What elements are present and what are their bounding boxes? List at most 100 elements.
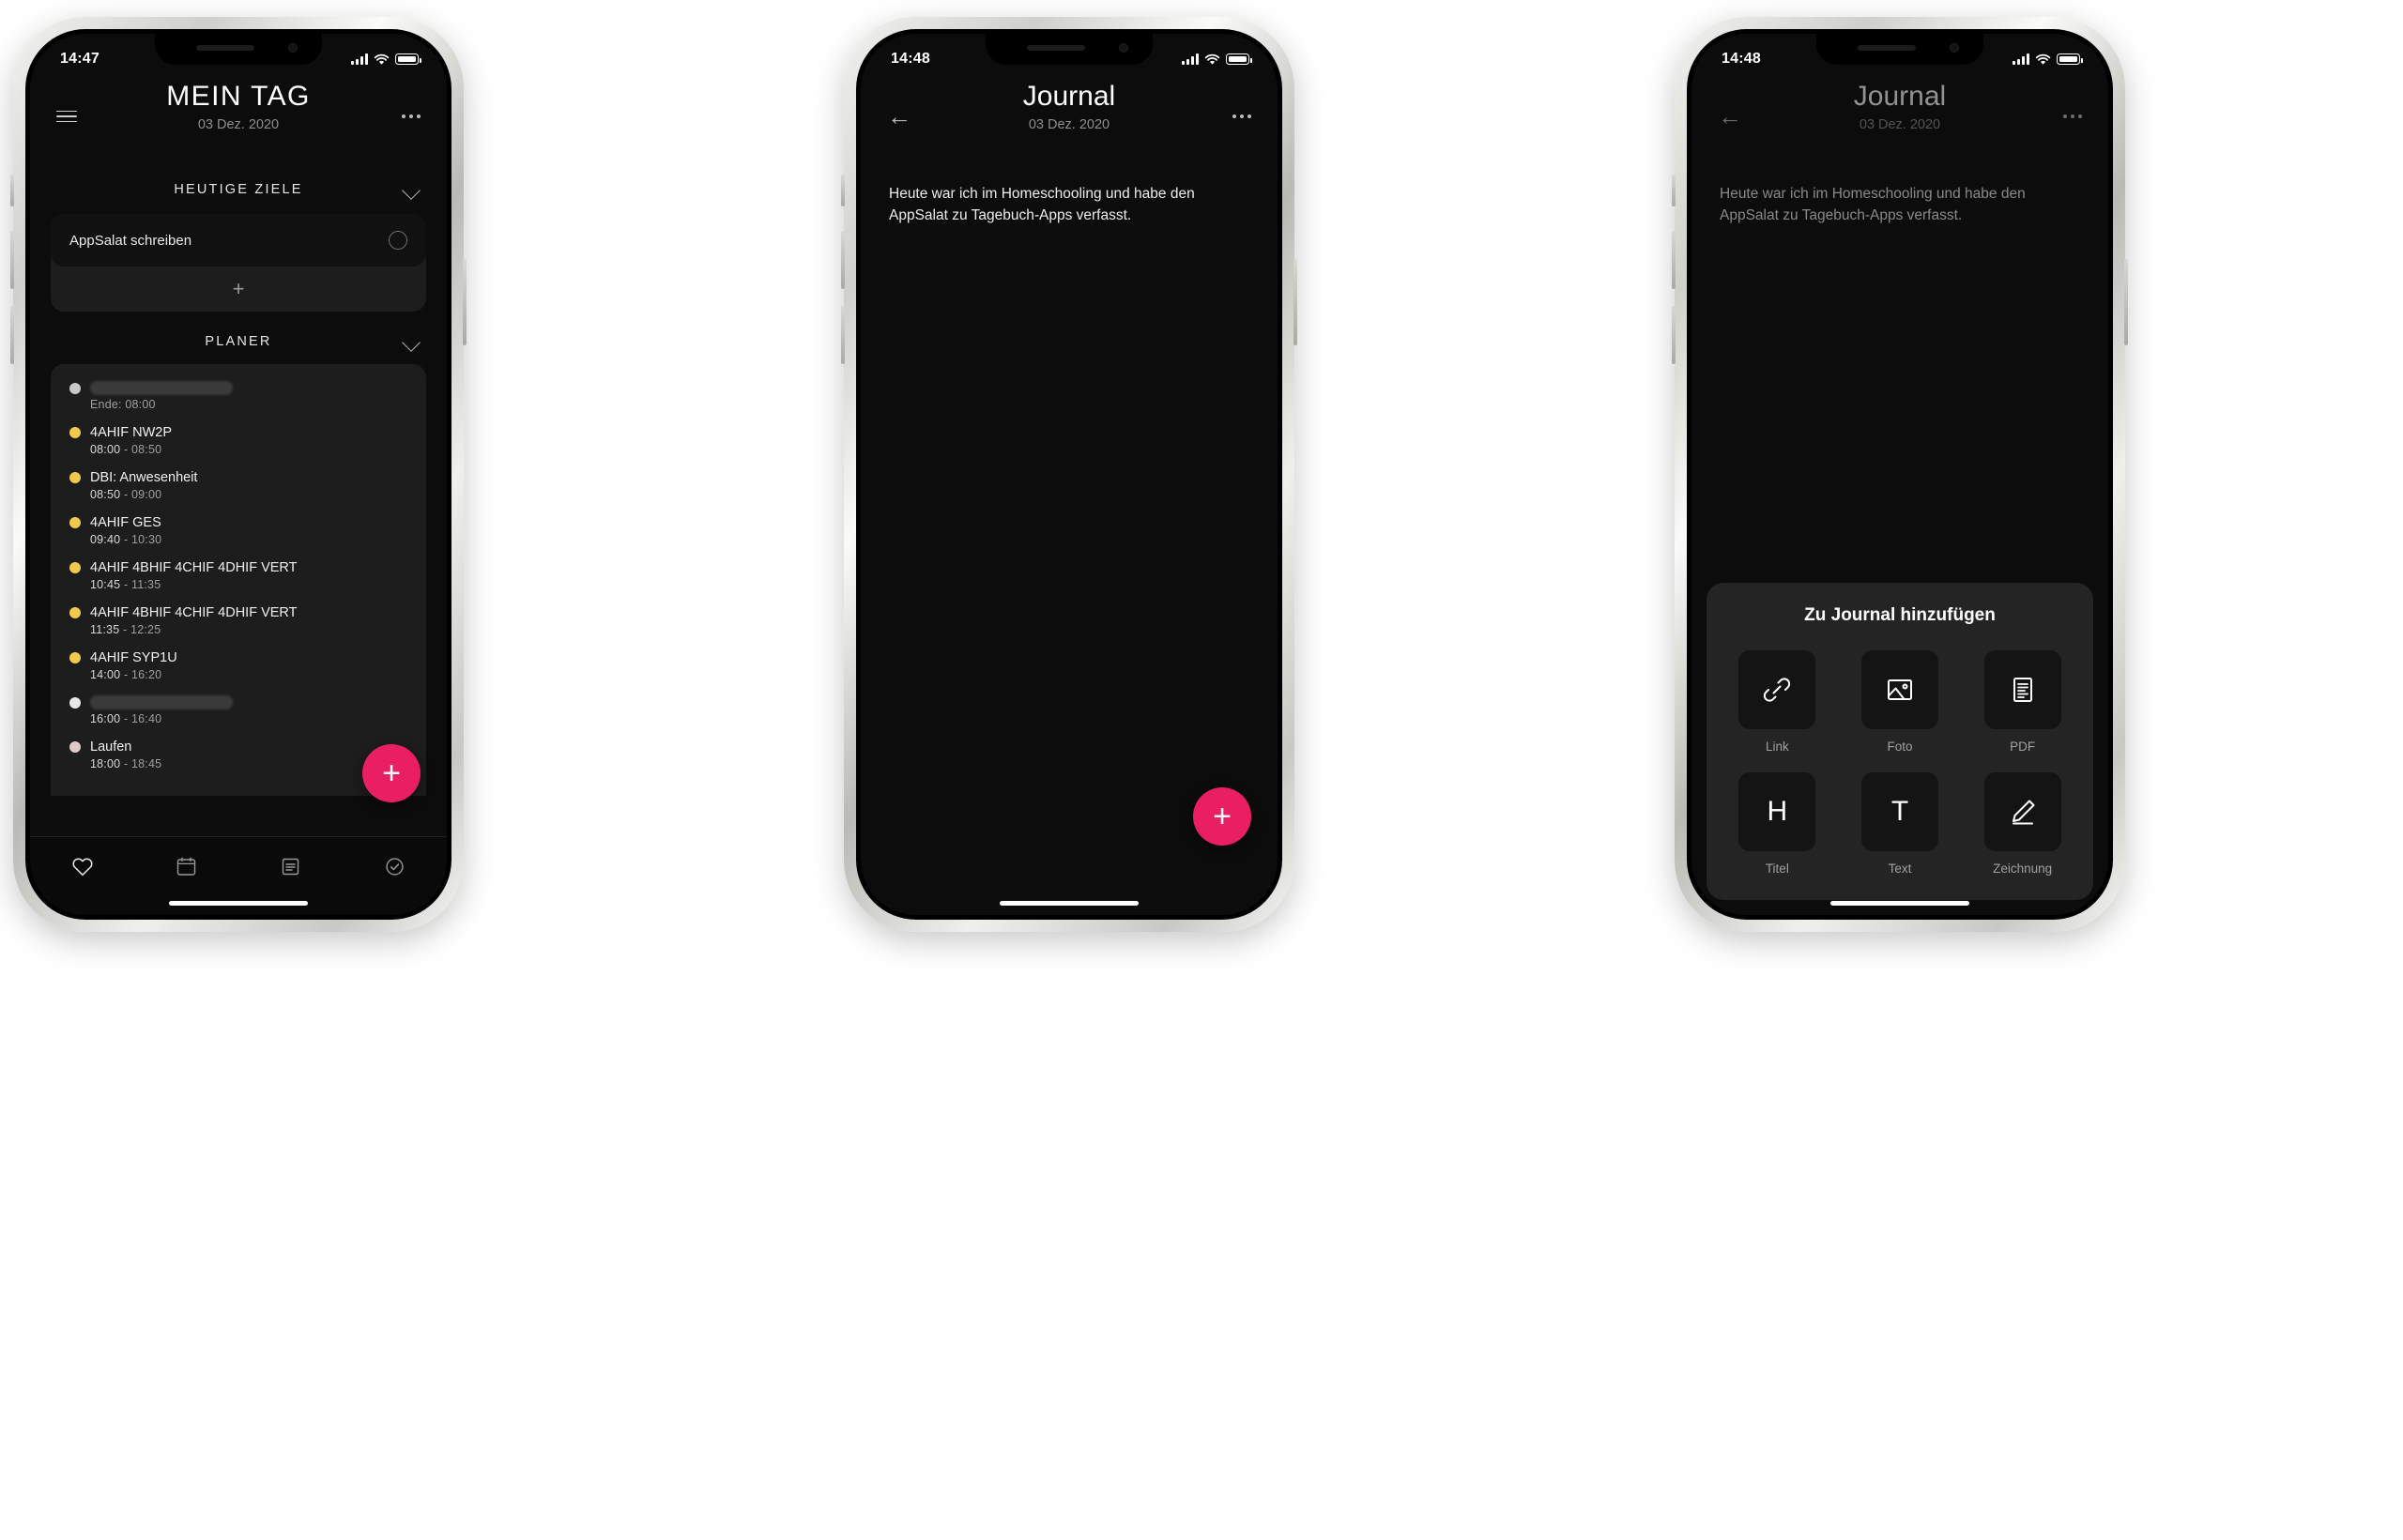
event-color-dot [69, 472, 81, 483]
sheet-option-tile[interactable] [1983, 650, 2061, 729]
planner-event-row[interactable]: 4AHIF 4BHIF 4CHIF 4DHIF VERT 10:45 - 11:3… [51, 560, 426, 591]
sheet-option-text[interactable]: T Text [1860, 772, 1938, 876]
tab-favorites[interactable] [61, 850, 104, 882]
more-options-icon[interactable] [383, 101, 421, 131]
tab-tasks[interactable] [374, 850, 417, 882]
back-arrow-icon[interactable]: ← [887, 101, 925, 131]
power-button[interactable] [2124, 259, 2128, 345]
volume-down-button[interactable] [841, 306, 845, 364]
sheet-option-pdf[interactable]: PDF [1983, 650, 2061, 754]
sheet-option-zeichnung[interactable]: Zeichnung [1983, 772, 2061, 876]
mute-switch[interactable] [841, 175, 845, 206]
tab-journal[interactable] [269, 850, 313, 882]
screen-mein-tag: 14:47 MEIN TAG 03 Dez. 2020 HEUTIGE ZIEL… [30, 34, 447, 915]
volume-up-button[interactable] [1672, 231, 1676, 289]
device-notch [1816, 34, 1983, 65]
add-fab-button[interactable]: + [1193, 787, 1251, 846]
goal-item[interactable]: AppSalat schreiben [51, 214, 426, 267]
event-title: 4AHIF 4BHIF 4CHIF 4DHIF VERT [90, 605, 298, 620]
event-time-range: 10:45 - 11:35 [90, 578, 161, 591]
sheet-option-tile[interactable]: T [1860, 772, 1938, 851]
sheet-option-foto[interactable]: Foto [1860, 650, 1938, 754]
planner-event-row[interactable]: DBI: Anwesenheit 08:50 - 09:00 [51, 470, 426, 501]
event-color-dot [69, 607, 81, 618]
phone-device-journal-sheet: 14:48 ← Journal 03 Dez. 2020 Heute war i… [1672, 17, 2128, 932]
sheet-option-tile[interactable] [1738, 650, 1816, 729]
tab-calendar[interactable] [165, 850, 208, 882]
wifi-icon [374, 53, 390, 66]
page-subtitle-date: 03 Dez. 2020 [1859, 117, 1941, 132]
phone-device-journal: 14:48 ← Journal 03 Dez. 2020 Heute war i… [841, 17, 1297, 932]
event-color-dot [69, 652, 81, 663]
nav-bar: ← Journal 03 Dez. 2020 [1691, 73, 2108, 160]
event-color-dot [69, 382, 81, 394]
volume-up-button[interactable] [841, 231, 845, 289]
event-color-dot [69, 427, 81, 438]
sheet-option-titel[interactable]: H Titel [1738, 772, 1816, 876]
planner-event-row[interactable]: 4AHIF GES 09:40 - 10:30 [51, 515, 426, 546]
planner-event-row[interactable]: 4AHIF NW2P 08:00 - 08:50 [51, 425, 426, 456]
text-t-icon: T [1890, 796, 1909, 827]
section-header-planner: PLANER [30, 323, 447, 360]
screen-journal-sheet: 14:48 ← Journal 03 Dez. 2020 Heute war i… [1691, 34, 2108, 915]
event-title: 4AHIF SYP1U [90, 650, 177, 665]
event-color-dot [69, 517, 81, 528]
mute-switch[interactable] [1672, 175, 1676, 206]
more-options-icon[interactable] [2044, 101, 2082, 131]
volume-down-button[interactable] [1672, 306, 1676, 364]
cellular-bars-icon [1182, 53, 1199, 65]
event-time-range: 18:00 - 18:45 [90, 757, 162, 770]
screenshot-canvas: 14:47 MEIN TAG 03 Dez. 2020 HEUTIGE ZIEL… [0, 0, 2403, 1540]
power-button[interactable] [1293, 259, 1297, 345]
add-to-journal-sheet: Zu Journal hinzufügen Link Foto PDF H Titel T… [1707, 583, 2093, 900]
earpiece-speaker [1027, 45, 1085, 51]
battery-icon [2057, 53, 2083, 65]
volume-down-button[interactable] [10, 306, 14, 364]
home-indicator [169, 901, 308, 906]
planner-event-row[interactable]: Ende: 08:00 [51, 381, 426, 411]
sheet-option-tile[interactable] [1983, 772, 2061, 851]
status-indicators [2013, 53, 2083, 66]
chevron-down-icon[interactable] [402, 331, 422, 352]
sheet-option-label: PDF [2010, 740, 2036, 754]
planner-event-row[interactable]: 16:00 - 16:40 [51, 695, 426, 725]
sheet-option-label: Zeichnung [1993, 861, 2053, 876]
event-title: 4AHIF NW2P [90, 425, 173, 440]
sheet-option-tile[interactable] [1860, 650, 1938, 729]
front-camera [1950, 43, 1959, 53]
sheet-option-link[interactable]: Link [1738, 650, 1816, 754]
journal-entry-text[interactable]: Heute war ich im Homeschooling und habe … [1691, 160, 2108, 227]
earpiece-speaker [1858, 45, 1916, 51]
planner-event-row[interactable]: 4AHIF SYP1U 14:00 - 16:20 [51, 650, 426, 681]
sheet-option-label: Link [1765, 740, 1789, 754]
circle-unchecked-icon[interactable] [389, 231, 407, 250]
nav-title-block: Journal 03 Dez. 2020 [885, 73, 1253, 132]
event-title: 4AHIF GES [90, 515, 161, 530]
phone-bezel: 14:47 MEIN TAG 03 Dez. 2020 HEUTIGE ZIEL… [25, 29, 452, 920]
sheet-title: Zu Journal hinzufügen [1804, 605, 1996, 625]
nav-title-block: MEIN TAG 03 Dez. 2020 [54, 73, 422, 132]
mute-switch[interactable] [10, 175, 14, 206]
front-camera [1119, 43, 1128, 53]
planner-event-row[interactable]: 4AHIF 4BHIF 4CHIF 4DHIF VERT 11:35 - 12:2… [51, 605, 426, 636]
page-subtitle-date: 03 Dez. 2020 [1028, 117, 1110, 132]
journal-entry-text[interactable]: Heute war ich im Homeschooling und habe … [861, 160, 1278, 227]
cellular-bars-icon [2013, 53, 2029, 65]
power-button[interactable] [463, 259, 467, 345]
front-camera [288, 43, 298, 53]
add-goal-button[interactable]: + [51, 267, 426, 312]
event-time-range: 09:40 - 10:30 [90, 533, 162, 546]
status-time: 14:47 [60, 51, 99, 67]
chevron-down-icon[interactable] [402, 179, 422, 200]
goal-label: AppSalat schreiben [69, 232, 192, 249]
volume-up-button[interactable] [10, 231, 14, 289]
add-fab-button[interactable]: + [362, 744, 421, 802]
device-notch [986, 34, 1153, 65]
sheet-option-tile[interactable]: H [1738, 772, 1816, 851]
event-time-range: Ende: 08:00 [90, 398, 156, 411]
goals-card: AppSalat schreiben + [51, 214, 426, 312]
event-title: Laufen [90, 740, 132, 755]
wifi-icon [2035, 53, 2051, 66]
hamburger-menu-icon[interactable] [56, 101, 94, 131]
more-options-icon[interactable] [1214, 101, 1251, 131]
